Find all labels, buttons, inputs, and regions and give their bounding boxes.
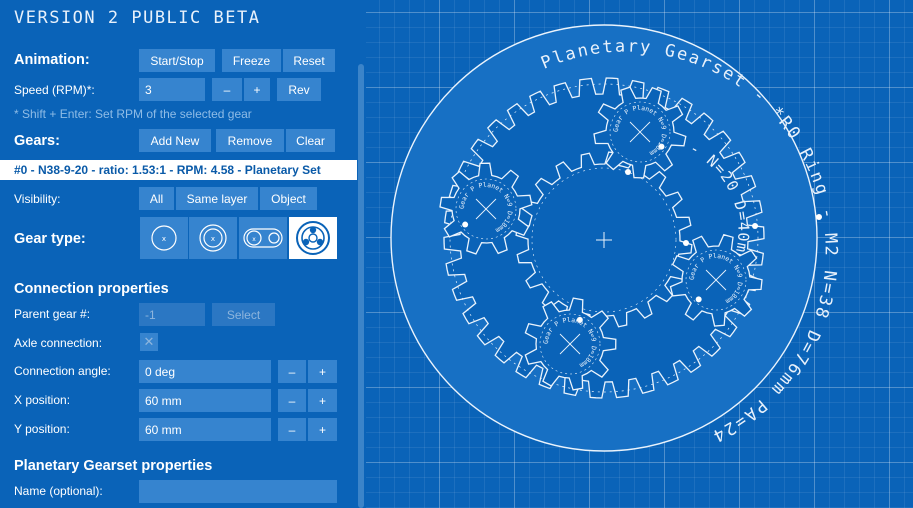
- gear-marker-dot: [625, 169, 631, 175]
- internal-gear-icon: x: [199, 224, 227, 252]
- gear-type-label: Gear type:: [14, 231, 86, 247]
- x-increment-button[interactable]: +: [308, 389, 337, 412]
- visibility-all-button[interactable]: All: [139, 187, 174, 210]
- visibility-label: Visibility:: [14, 192, 61, 206]
- reverse-button[interactable]: Rev: [277, 78, 321, 101]
- speed-decrement-button[interactable]: –: [212, 78, 242, 101]
- planet-marker-dot: [462, 221, 469, 228]
- clear-gears-button[interactable]: Clear: [286, 129, 335, 152]
- remove-gear-button[interactable]: Remove: [216, 129, 284, 152]
- connection-angle-label: Connection angle:: [14, 364, 111, 378]
- control-panel: VERSION 2 PUBLIC BETA Animation: Start/S…: [0, 0, 357, 508]
- axle-connection-label: Axle connection:: [14, 336, 103, 350]
- y-increment-button[interactable]: +: [308, 418, 337, 441]
- axle-connection-checkbox[interactable]: ✕: [140, 333, 158, 351]
- speed-increment-button[interactable]: +: [244, 78, 270, 101]
- app-title: VERSION 2 PUBLIC BETA: [14, 8, 261, 28]
- parent-gear-input[interactable]: -1: [139, 303, 205, 326]
- gear-type-chain-button[interactable]: x: [239, 217, 287, 259]
- svg-text:x: x: [162, 235, 166, 243]
- reset-button[interactable]: Reset: [283, 49, 335, 72]
- gearset-drawing[interactable]: Planetary Gearset - *R0 Ring - M2 N=38 D…: [366, 0, 913, 508]
- x-position-label: X position:: [14, 393, 71, 407]
- visibility-object-button[interactable]: Object: [260, 187, 317, 210]
- parent-gear-label: Parent gear #:: [14, 307, 91, 321]
- speed-label: Speed (RPM)*:: [14, 83, 95, 97]
- name-label: Name (optional):: [14, 484, 103, 498]
- connection-heading: Connection properties: [14, 281, 169, 297]
- selected-gear-row[interactable]: #0 - N38-9-20 - ratio: 1.53:1 - RPM: 4.5…: [0, 160, 357, 180]
- angle-decrement-button[interactable]: –: [278, 360, 306, 383]
- y-position-input[interactable]: 60 mm: [139, 418, 271, 441]
- x-position-input[interactable]: 60 mm: [139, 389, 271, 412]
- scrollbar-thumb[interactable]: [358, 64, 364, 508]
- speed-hint: * Shift + Enter: Set RPM of the selected…: [14, 107, 252, 121]
- planetary-gear-icon: [296, 221, 330, 255]
- drawing-canvas[interactable]: Planetary Gearset - *R0 Ring - M2 N=38 D…: [366, 0, 913, 508]
- svg-text:x: x: [211, 235, 215, 243]
- add-gear-button[interactable]: Add New: [139, 129, 211, 152]
- x-decrement-button[interactable]: –: [278, 389, 306, 412]
- start-stop-button[interactable]: Start/Stop: [139, 49, 215, 72]
- x-mark-icon: ✕: [143, 334, 155, 349]
- select-parent-button[interactable]: Select: [212, 303, 275, 326]
- planet-marker-dot: [695, 296, 702, 303]
- planetary-heading: Planetary Gearset properties: [14, 458, 213, 474]
- speed-input[interactable]: 3: [139, 78, 205, 101]
- freeze-button[interactable]: Freeze: [222, 49, 281, 72]
- gear-marker-dot: [683, 240, 689, 246]
- gear-type-internal-button[interactable]: x: [189, 217, 237, 259]
- y-decrement-button[interactable]: –: [278, 418, 306, 441]
- gear-marker-dot: [816, 214, 822, 220]
- spur-gear-icon: x: [151, 225, 177, 251]
- connection-angle-input[interactable]: 0 deg: [139, 360, 271, 383]
- animation-label: Animation:: [14, 52, 90, 68]
- gear-marker-dot: [752, 223, 758, 229]
- visibility-same-layer-button[interactable]: Same layer: [176, 187, 258, 210]
- angle-increment-button[interactable]: +: [308, 360, 337, 383]
- gear-type-planetary-button[interactable]: [289, 217, 337, 259]
- y-position-label: Y position:: [14, 422, 70, 436]
- gear-type-spur-button[interactable]: x: [140, 217, 188, 259]
- svg-text:x: x: [252, 236, 256, 243]
- chain-icon: x: [243, 228, 283, 248]
- gearset-name-input[interactable]: [139, 480, 337, 503]
- gears-label: Gears:: [14, 133, 60, 149]
- panel-scrollbar[interactable]: [357, 0, 366, 508]
